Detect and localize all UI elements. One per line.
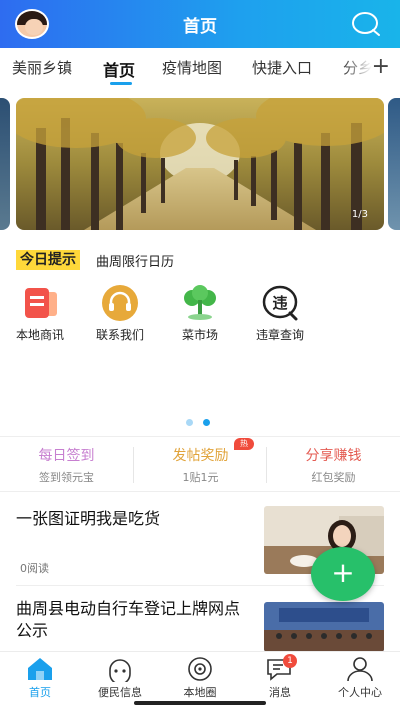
share-earn[interactable]: 分享赚钱 红包奖励 bbox=[267, 445, 400, 485]
reward-subtitle: 红包奖励 bbox=[311, 471, 356, 484]
reward-subtitle: 1贴1元 bbox=[182, 471, 219, 484]
service-icon bbox=[103, 656, 137, 685]
news-icon bbox=[17, 284, 63, 322]
message-icon: 1 bbox=[263, 654, 297, 682]
add-tab-icon[interactable]: + bbox=[372, 54, 390, 79]
violation-icon: 违 bbox=[257, 284, 303, 322]
tip-badge: 今日提示 bbox=[16, 250, 80, 270]
message-count-badge: 1 bbox=[283, 654, 297, 668]
quick-vegetable-market[interactable]: 菜市场 bbox=[164, 284, 236, 343]
page-indicator bbox=[186, 419, 216, 427]
post-reward[interactable]: 发帖奖励 1贴1元 bbox=[134, 445, 267, 485]
active-tab-indicator bbox=[110, 82, 132, 85]
feed-thumbnail[interactable] bbox=[264, 602, 384, 652]
tab-home[interactable]: 首页 bbox=[103, 57, 135, 81]
daily-checkin[interactable]: 每日签到 签到领元宝 bbox=[0, 445, 133, 485]
create-post-button[interactable]: + bbox=[311, 547, 375, 601]
search-icon[interactable] bbox=[350, 10, 382, 38]
reward-title: 每日签到 bbox=[38, 448, 95, 464]
feed-title[interactable]: 曲周县电动自行车登记上牌网点公示 bbox=[16, 598, 246, 642]
reward-title: 分享赚钱 bbox=[305, 448, 362, 464]
category-tabs: 美丽乡镇 首页 疫情地图 快捷入口 分乡 + bbox=[0, 48, 400, 90]
tab-scenic-town[interactable]: 美丽乡镇 bbox=[12, 57, 72, 78]
tab-epidemic-map[interactable]: 疫情地图 bbox=[162, 57, 222, 78]
reward-subtitle: 签到领元宝 bbox=[39, 471, 94, 484]
circle-icon bbox=[183, 656, 217, 682]
feed-title[interactable]: 一张图证明我是吃货 bbox=[16, 508, 251, 530]
person-icon bbox=[343, 656, 377, 682]
headset-icon bbox=[97, 284, 143, 322]
page-title: 首页 bbox=[183, 17, 217, 37]
read-count: 0阅读 bbox=[20, 562, 49, 575]
svg-text:违: 违 bbox=[272, 294, 287, 312]
home-indicator bbox=[134, 701, 266, 705]
nav-messages[interactable]: 1 消息 bbox=[240, 654, 320, 700]
tab-quick-entry[interactable]: 快捷入口 bbox=[252, 57, 312, 78]
banner-prev-peek bbox=[0, 98, 10, 230]
banner-carousel[interactable]: 1/3 bbox=[0, 98, 400, 230]
banner-image[interactable]: 1/3 bbox=[16, 98, 384, 230]
home-icon bbox=[23, 656, 57, 682]
nav-home[interactable]: 首页 bbox=[0, 656, 80, 700]
tip-text[interactable]: 曲周限行日历 bbox=[96, 251, 174, 270]
quick-local-news[interactable]: 本地商讯 bbox=[4, 284, 76, 343]
reward-bar: 每日签到 签到领元宝 发帖奖励 1贴1元 分享赚钱 红包奖励 bbox=[0, 436, 400, 492]
banner-next-peek bbox=[388, 98, 400, 230]
nav-profile[interactable]: 个人中心 bbox=[320, 656, 400, 700]
banner-counter: 1/3 bbox=[351, 209, 368, 220]
hot-badge: 热 bbox=[234, 438, 254, 450]
quick-violation-query[interactable]: 违 违章查询 bbox=[244, 284, 316, 343]
vegetable-icon bbox=[177, 284, 223, 322]
nav-local-circle[interactable]: 本地圈 bbox=[160, 656, 240, 700]
quick-contact-us[interactable]: 联系我们 bbox=[84, 284, 156, 343]
app-header: 首页 bbox=[0, 0, 400, 48]
nav-service-info[interactable]: 便民信息 bbox=[80, 656, 160, 700]
